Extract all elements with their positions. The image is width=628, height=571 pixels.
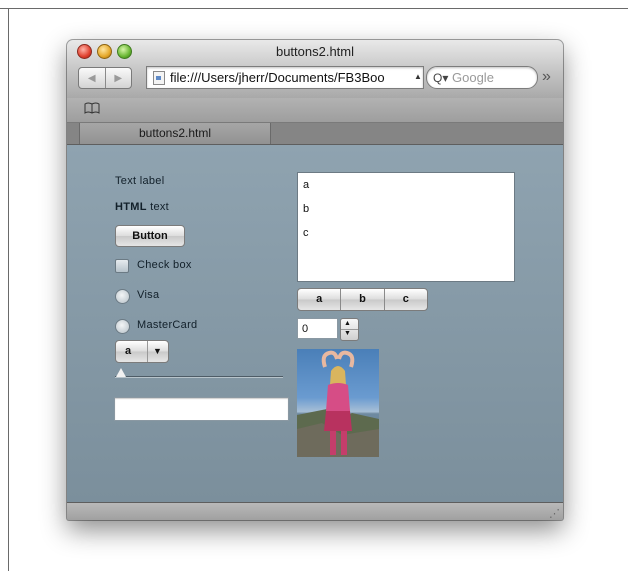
html-text-rest: text	[146, 201, 170, 213]
chevron-down-icon: ▼	[153, 346, 162, 356]
window-title: buttons2.html	[275, 44, 355, 59]
list-item[interactable]: b	[303, 203, 309, 215]
search-field[interactable]: Q▾ Google	[426, 66, 538, 89]
checkbox[interactable]	[115, 259, 129, 273]
slider-thumb[interactable]	[116, 368, 126, 377]
back-button[interactable]: ◀	[79, 68, 105, 88]
forward-button[interactable]: ▶	[104, 68, 132, 88]
list-box[interactable]: a b c	[297, 172, 515, 282]
popup-value: a	[125, 345, 132, 357]
radio-visa-label: Visa	[137, 289, 160, 301]
html-text-bold: HTML	[115, 201, 147, 213]
book-icon[interactable]	[84, 102, 100, 117]
segment-c[interactable]: c	[383, 289, 427, 310]
bookmarks-bar	[67, 98, 563, 123]
address-dropdown-icon[interactable]: ▲	[414, 70, 422, 84]
frame-border-top	[0, 8, 628, 9]
page-icon	[153, 70, 165, 85]
segmented-control: a b c	[297, 288, 428, 311]
text-label: Text label	[115, 175, 165, 187]
address-bar[interactable]: file:///Users/jherr/Documents/FB3Boo	[146, 66, 424, 89]
list-item[interactable]: c	[303, 227, 309, 239]
stepper-down-icon[interactable]: ▼	[344, 330, 351, 338]
html-text: HTML text	[115, 201, 169, 213]
status-bar: ⋰	[67, 502, 563, 520]
popup-arrow-area: ▼	[147, 341, 168, 362]
resize-grip-icon[interactable]: ⋰	[549, 507, 560, 520]
tab-bar: buttons2.html	[67, 123, 563, 145]
segment-a[interactable]: a	[298, 289, 340, 310]
search-placeholder: Google	[452, 70, 494, 85]
frame-border-left	[8, 8, 9, 571]
radio-visa[interactable]	[115, 289, 130, 304]
chevron-double-right-icon[interactable]: »	[542, 68, 551, 86]
radio-mastercard[interactable]	[115, 319, 130, 334]
nav-buttons: ◀ ▶	[78, 67, 132, 89]
text-input[interactable]	[114, 397, 289, 421]
numeric-stepper[interactable]: ▲ ▼	[340, 318, 359, 341]
checkbox-label: Check box	[137, 259, 192, 271]
browser-window: buttons2.html ◀ ▶ file:///Users/jherr/Do…	[67, 40, 563, 520]
page-content: Text label HTML text Button Check box Vi…	[67, 145, 563, 502]
address-url: file:///Users/jherr/Documents/FB3Boo	[170, 70, 385, 85]
photo-image	[297, 349, 379, 457]
slider-track[interactable]	[115, 376, 283, 378]
segment-b[interactable]: b	[340, 289, 383, 310]
tab-buttons2[interactable]: buttons2.html	[79, 123, 271, 144]
push-button[interactable]: Button	[115, 225, 185, 247]
radio-mastercard-label: MasterCard	[137, 319, 198, 331]
back-arrow-icon: ◀	[87, 72, 96, 84]
list-item[interactable]: a	[303, 179, 309, 191]
stepper-value-field[interactable]: 0	[297, 318, 338, 339]
title-bar: buttons2.html ◀ ▶ file:///Users/jherr/Do…	[67, 40, 563, 99]
stepper-up-icon[interactable]: ▲	[344, 320, 351, 328]
forward-arrow-icon: ▶	[114, 72, 123, 84]
popup-select[interactable]: a ▼	[115, 340, 169, 363]
search-icon: Q▾	[433, 70, 449, 85]
